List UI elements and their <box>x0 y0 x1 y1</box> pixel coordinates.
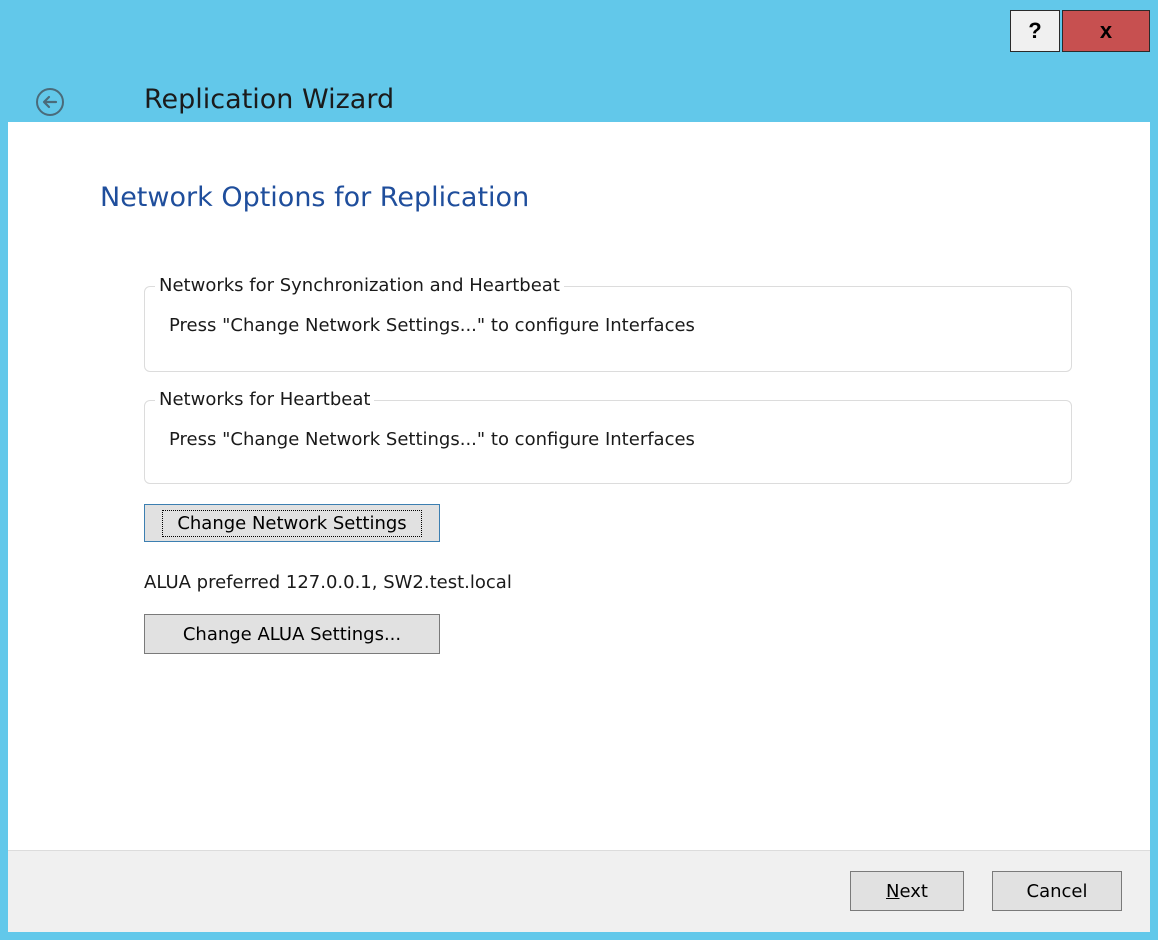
sync-networks-group: Networks for Synchronization and Heartbe… <box>144 275 1072 372</box>
heartbeat-networks-hint: Press "Change Network Settings..." to co… <box>169 429 695 450</box>
cancel-label: Cancel <box>1026 880 1088 902</box>
help-icon: ? <box>1028 18 1042 43</box>
close-button[interactable]: x <box>1062 10 1150 52</box>
title-bar: ? x Replication Wizard <box>0 0 1158 122</box>
heartbeat-networks-legend: Networks for Heartbeat <box>155 389 375 410</box>
next-button[interactable]: Next <box>850 871 964 911</box>
close-icon: x <box>1099 18 1113 43</box>
window-title: Replication Wizard <box>144 84 395 115</box>
change-alua-settings-label: Change ALUA Settings... <box>182 623 402 645</box>
wizard-window: ? x Replication Wizard Network Options f… <box>0 0 1158 940</box>
next-mnemonic: N <box>886 880 900 902</box>
next-label: Next <box>886 881 928 902</box>
alua-status: ALUA preferred 127.0.0.1, SW2.test.local <box>144 572 512 593</box>
next-label-rest: ext <box>899 880 928 902</box>
change-alua-settings-button[interactable]: Change ALUA Settings... <box>144 614 440 654</box>
change-network-settings-label: Change Network Settings <box>162 509 422 537</box>
heartbeat-networks-group: Networks for Heartbeat Press "Change Net… <box>144 389 1072 484</box>
sync-networks-hint: Press "Change Network Settings..." to co… <box>169 315 695 336</box>
wizard-content: Network Options for Replication Networks… <box>8 122 1150 850</box>
back-arrow-icon <box>36 88 64 116</box>
sync-networks-legend: Networks for Synchronization and Heartbe… <box>155 275 564 296</box>
change-network-settings-button[interactable]: Change Network Settings <box>144 504 440 542</box>
cancel-button[interactable]: Cancel <box>992 871 1122 911</box>
back-button[interactable] <box>34 86 66 118</box>
wizard-footer: Next Cancel <box>8 850 1150 932</box>
help-button[interactable]: ? <box>1010 10 1060 52</box>
page-heading: Network Options for Replication <box>100 182 530 213</box>
